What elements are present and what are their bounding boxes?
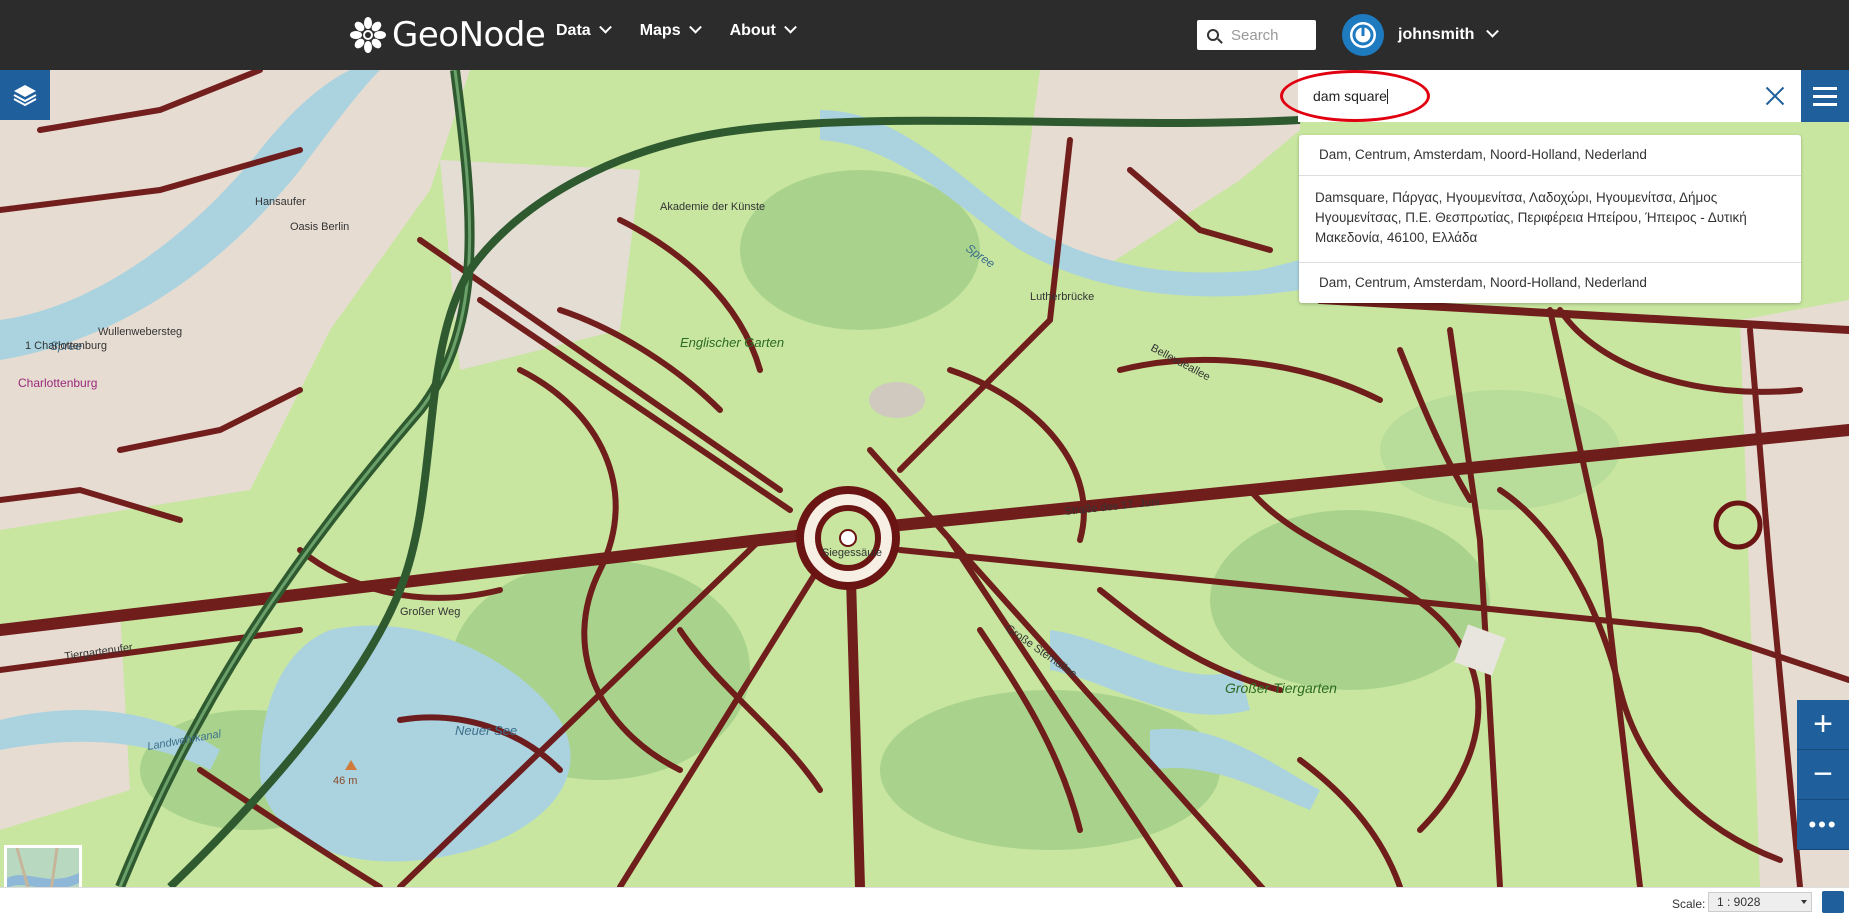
hamburger-icon-bar: [1813, 86, 1837, 90]
map-label-neuer-see: Neuer See: [455, 723, 517, 738]
map-footer: Scale: 1 : 9028: [0, 887, 1849, 915]
minimap-thumbnail: [7, 848, 79, 887]
map-label-1-charlottenburg: 1 Charlottenburg: [25, 340, 107, 352]
overview-minimap[interactable]: [4, 845, 82, 887]
map-label-englischer-garten: Englischer Garten: [680, 335, 784, 350]
text-caret: [1386, 89, 1388, 105]
layers-button[interactable]: [0, 70, 50, 120]
map-label-grosser-tiergarten: Großer Tiergarten: [1225, 680, 1337, 696]
geocoder-input[interactable]: dam square: [1313, 88, 1388, 105]
chevron-down-icon: [783, 20, 797, 34]
user-menu[interactable]: johnsmith: [1342, 14, 1500, 56]
burger-menu-button[interactable]: [1801, 70, 1849, 122]
avatar: [1342, 14, 1384, 56]
main-nav: Data Maps About: [556, 20, 797, 40]
map-label-oasis-berlin: Oasis Berlin: [290, 221, 349, 233]
nav-data-dropdown[interactable]: Data: [556, 20, 612, 40]
hamburger-icon-bar: [1813, 94, 1837, 98]
geocoder-result-item[interactable]: Dam, Centrum, Amsterdam, Noord-Holland, …: [1299, 135, 1801, 176]
geonode-logo[interactable]: GeoNode: [348, 10, 546, 60]
zoom-out-button[interactable]: −: [1797, 750, 1849, 800]
username: johnsmith: [1398, 26, 1475, 43]
map-label-wullenwebersteg: Wullenwebersteg: [98, 326, 182, 338]
map-label-hansaufer: Hansaufer: [255, 196, 306, 208]
geonode-flower-icon: [350, 17, 386, 53]
scale-select[interactable]: 1 : 9028: [1708, 892, 1812, 912]
map-label-siegessaeule: Siegessäule: [822, 547, 882, 559]
footer-toggle-button[interactable]: [1822, 891, 1844, 913]
zoom-in-button[interactable]: +: [1797, 700, 1849, 750]
nav-maps-label: Maps: [639, 22, 681, 39]
search-icon: [1207, 29, 1219, 41]
nav-maps-dropdown[interactable]: Maps: [639, 20, 702, 40]
more-tools-button[interactable]: •••: [1797, 800, 1849, 850]
search-input[interactable]: [1231, 26, 1311, 44]
geocoder-result-item[interactable]: Dam, Centrum, Amsterdam, Noord-Holland, …: [1299, 263, 1801, 303]
chevron-down-icon: [1486, 24, 1500, 38]
hamburger-icon-bar: [1813, 102, 1837, 106]
top-navbar: GeoNode Data Maps About johnsmith: [0, 0, 1849, 70]
geocoder-results: Dam, Centrum, Amsterdam, Noord-Holland, …: [1299, 135, 1801, 303]
geocoder-input-value: dam square: [1313, 87, 1387, 104]
map-label-lutherbruecke: Lutherbrücke: [1030, 291, 1094, 303]
nav-about-dropdown[interactable]: About: [729, 20, 797, 40]
map-label-elevation: 46 m: [333, 775, 357, 787]
zoom-controls: + − •••: [1797, 700, 1849, 850]
scale-label: Scale:: [1672, 897, 1706, 911]
geocoder-result-item[interactable]: Damsquare, Πάργας, Ηγουμενίτσα, Λαδοχώρι…: [1299, 176, 1801, 263]
map-label-akademie: Akademie der Künste: [660, 201, 765, 213]
chevron-down-icon: [688, 20, 702, 34]
map-label-grosser-weg: Großer Weg: [400, 606, 460, 618]
map-label-charlottenburg: Charlottenburg: [18, 376, 97, 390]
nav-data-label: Data: [556, 22, 591, 39]
close-icon[interactable]: [1765, 86, 1785, 106]
nav-about-label: About: [729, 22, 776, 39]
chevron-down-icon: [598, 20, 612, 34]
brand-name: GeoNode: [392, 15, 546, 55]
geocoder-search: dam square: [1298, 70, 1801, 122]
layers-icon: [13, 85, 37, 107]
power-icon: [1350, 22, 1376, 48]
site-search: [1197, 20, 1316, 50]
